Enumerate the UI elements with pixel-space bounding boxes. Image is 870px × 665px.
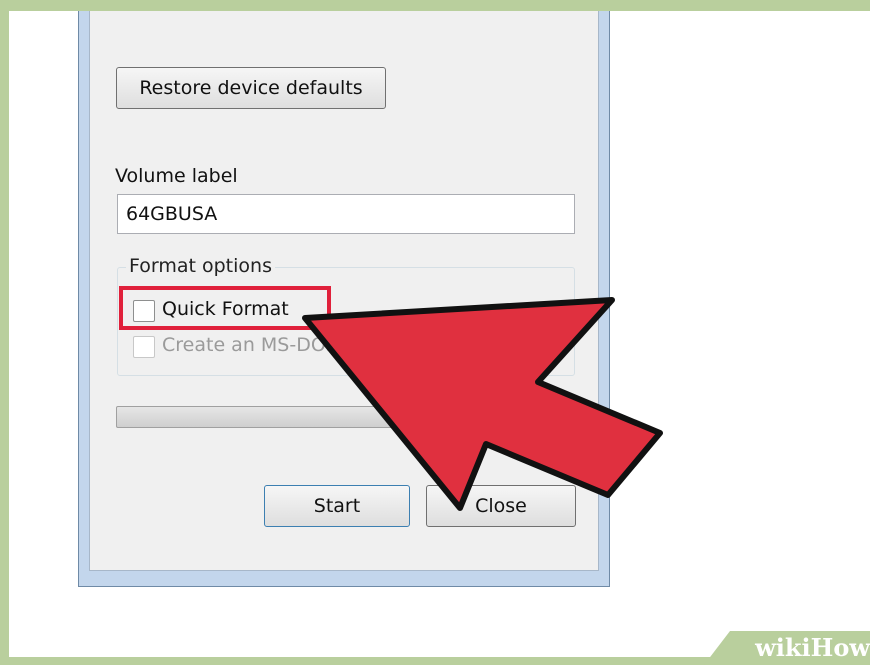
watermark-wiki: wiki xyxy=(755,633,811,662)
annotation-arrow xyxy=(302,297,663,511)
arrow-shape xyxy=(302,297,663,511)
wikihow-watermark: wikiHow xyxy=(704,631,870,665)
watermark-how: How xyxy=(810,633,870,662)
